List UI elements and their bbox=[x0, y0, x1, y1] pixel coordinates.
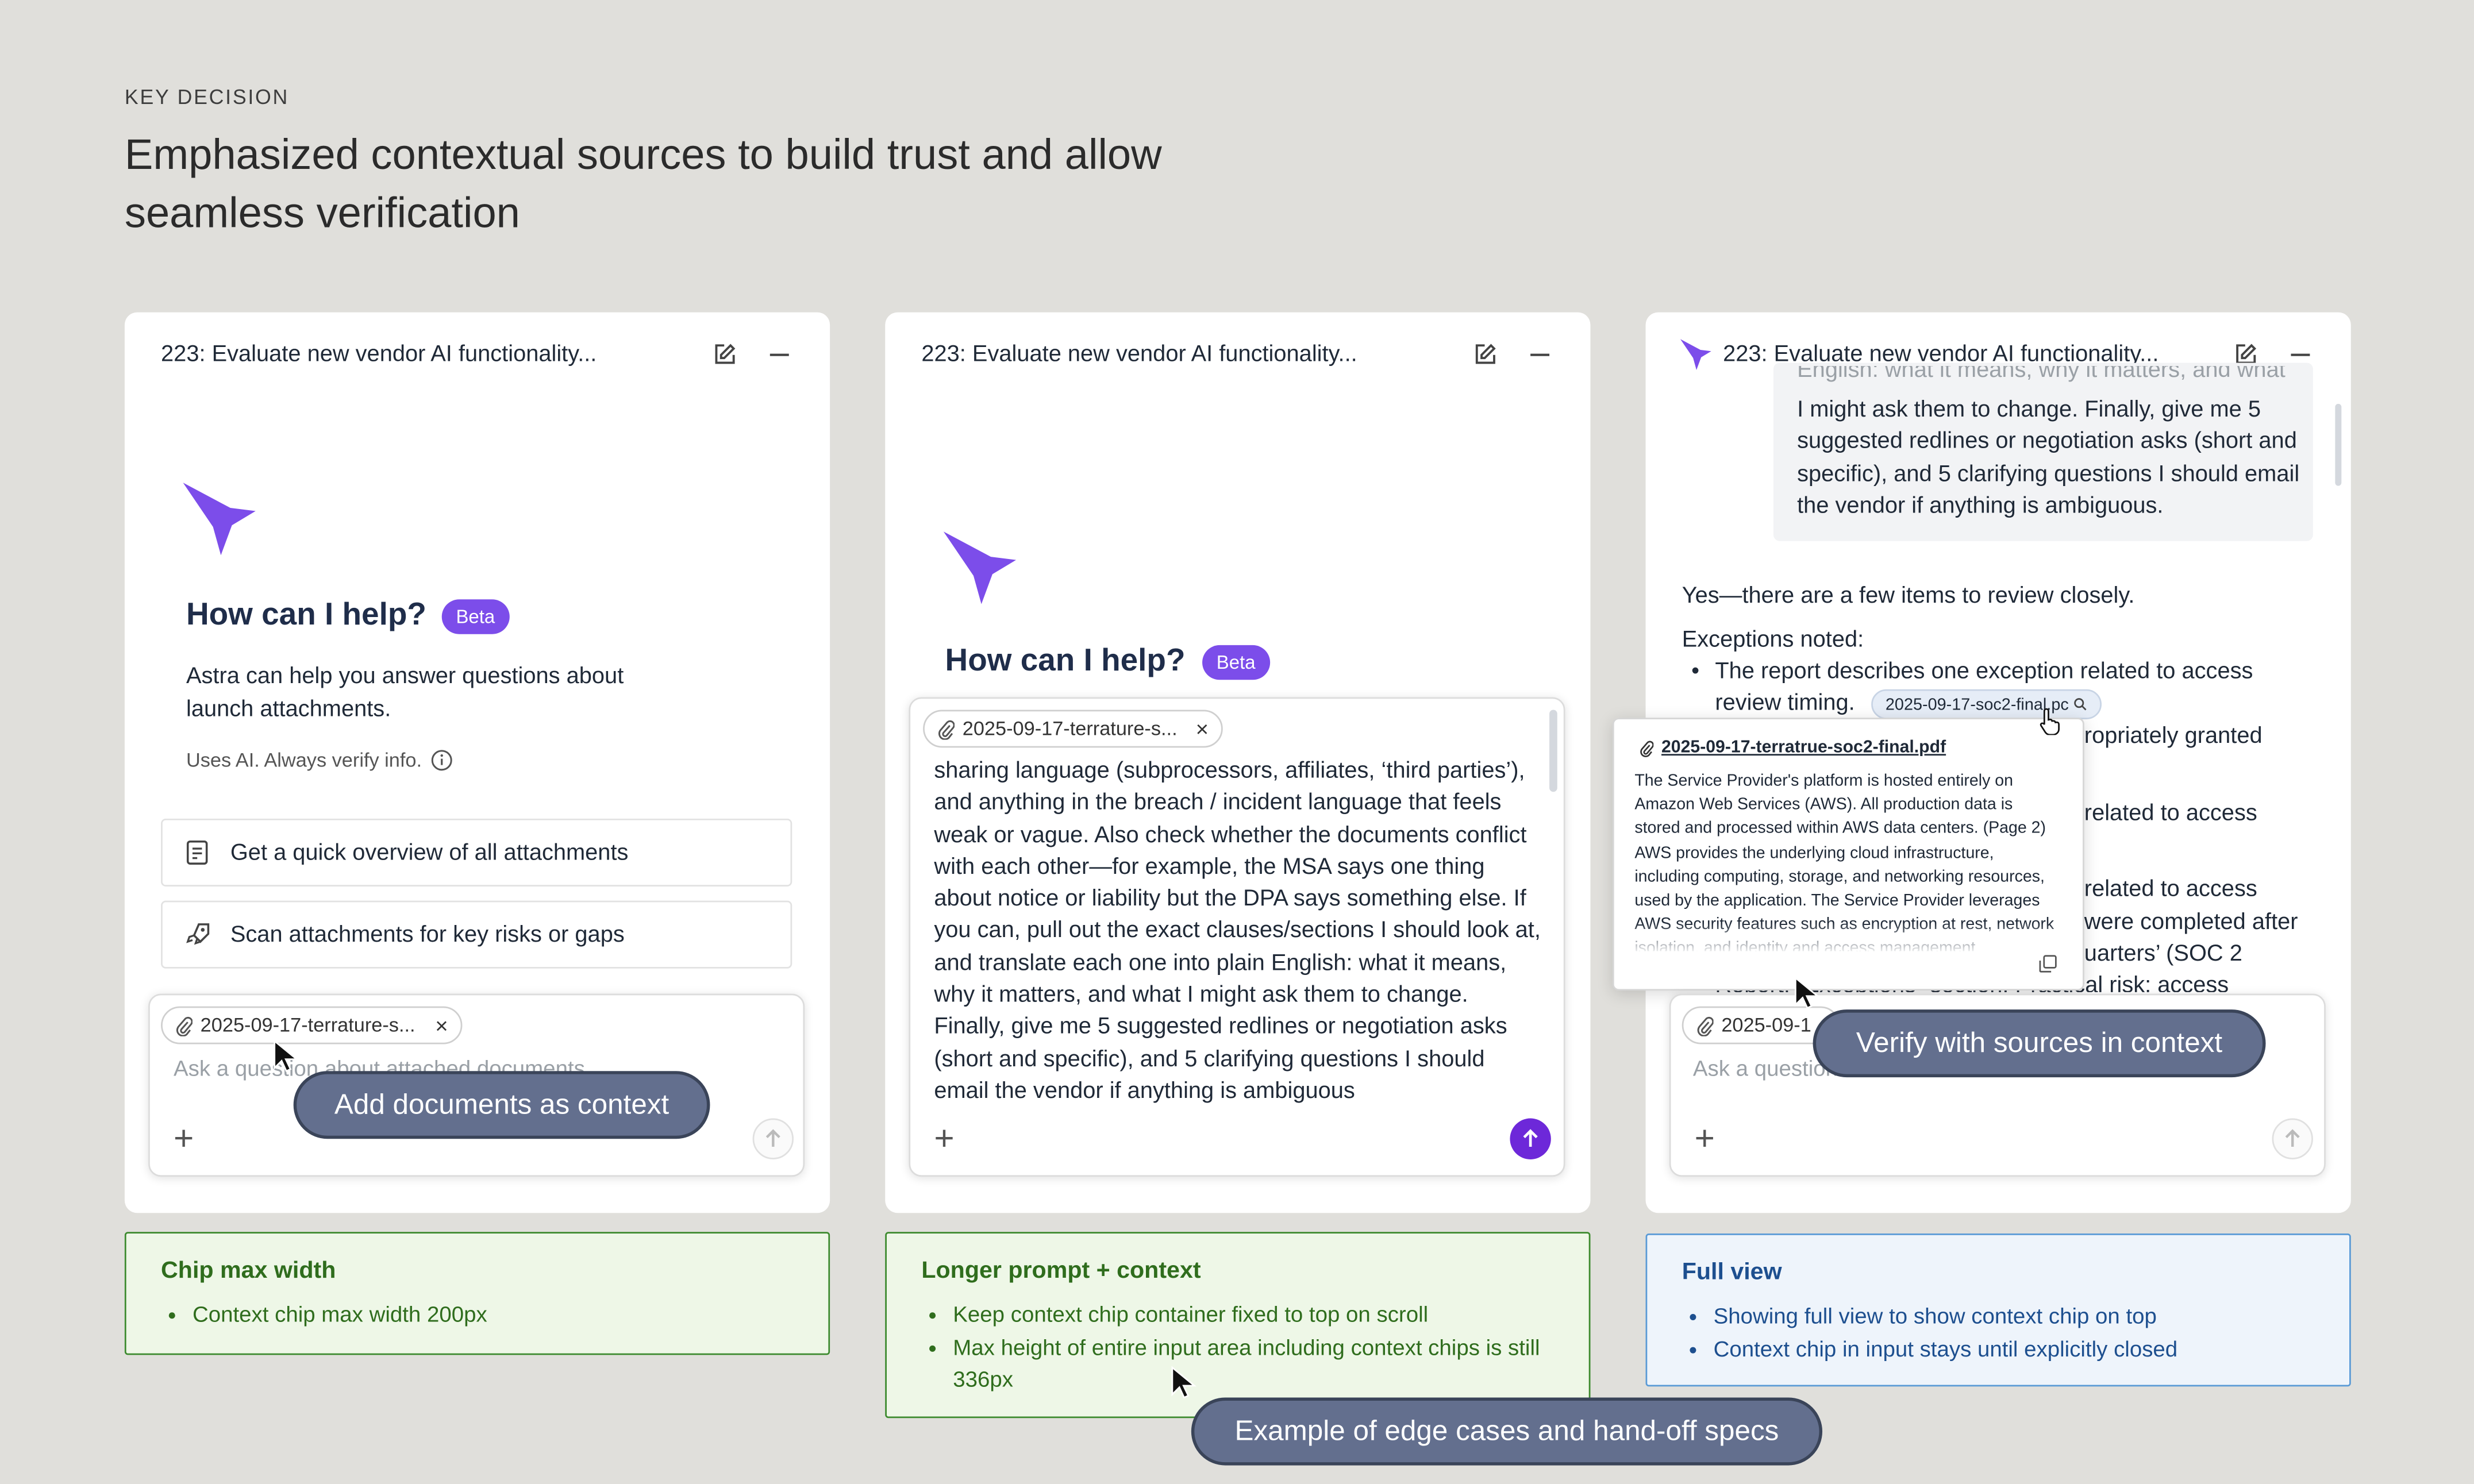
edit-icon[interactable] bbox=[1471, 341, 1499, 369]
note-title: Full view bbox=[1682, 1258, 1782, 1286]
cursor-arrow-icon bbox=[274, 1039, 299, 1073]
paperclip-icon bbox=[938, 719, 955, 739]
eyebrow-label: KEY DECISION bbox=[124, 85, 290, 109]
send-button[interactable] bbox=[2272, 1118, 2313, 1159]
ai-disclaimer-text: Uses AI. Always verify info. bbox=[186, 749, 422, 772]
paperclip-icon bbox=[176, 1016, 193, 1036]
headline: Emphasized contextual sources to build t… bbox=[124, 130, 1162, 237]
scrollbar[interactable] bbox=[2335, 403, 2342, 486]
note-item: Context chip in input stays until explic… bbox=[1714, 1332, 2315, 1364]
answer-intro: Yes—there are a few items to review clos… bbox=[1682, 583, 2135, 609]
add-attachment-button[interactable]: + bbox=[1695, 1121, 1715, 1156]
answer-fragment: ropriately granted bbox=[2084, 724, 2263, 750]
suggestion-label: Scan attachments for key risks or gaps bbox=[230, 922, 625, 947]
note-title: Longer prompt + context bbox=[921, 1257, 1201, 1284]
edit-icon[interactable] bbox=[710, 341, 738, 369]
send-button[interactable] bbox=[752, 1118, 794, 1159]
help-title: How can I help? bbox=[945, 643, 1186, 679]
source-preview-filename: 2025-09-17-terratrue-soc2-final.pdf bbox=[1661, 738, 1946, 757]
answer-fragment: were completed after bbox=[2084, 910, 2298, 936]
hand-pointer-icon bbox=[2040, 708, 2060, 735]
bullet-dot: • bbox=[1691, 659, 1700, 685]
document-overview-icon bbox=[186, 840, 208, 865]
note-item: Context chip max width 200px bbox=[193, 1298, 794, 1331]
help-title: How can I help? bbox=[186, 598, 426, 633]
answer-fragment: related to access bbox=[2084, 801, 2257, 827]
assistant-description: Astra can help you answer questions abou… bbox=[186, 664, 624, 723]
paperclip-icon bbox=[1697, 1016, 1714, 1036]
spec-note-long-prompt: Longer prompt + context Keep context chi… bbox=[885, 1232, 1591, 1419]
arrow-up-icon bbox=[2285, 1129, 2300, 1147]
scrollbar[interactable] bbox=[1549, 710, 1557, 792]
info-icon[interactable] bbox=[432, 749, 453, 771]
cursor-arrow-icon bbox=[1171, 1366, 1197, 1399]
beta-badge: Beta bbox=[441, 599, 509, 634]
arrow-up-icon bbox=[1523, 1129, 1538, 1147]
close-icon[interactable]: × bbox=[1196, 716, 1209, 741]
close-icon[interactable]: × bbox=[435, 1013, 448, 1038]
send-button[interactable] bbox=[1510, 1118, 1551, 1159]
suggestion-overview-button[interactable]: Get a quick overview of all attachments bbox=[161, 818, 792, 886]
source-preview-title[interactable]: 2025-09-17-terratrue-soc2-final.pdf bbox=[1640, 738, 1946, 757]
context-chip[interactable]: 2025-09-17-terrature-s... × bbox=[161, 1006, 463, 1044]
cursor-arrow-icon bbox=[1795, 976, 1820, 1009]
spec-note-chip-width: Chip max width Context chip max width 20… bbox=[124, 1232, 830, 1355]
note-title: Chip max width bbox=[161, 1257, 336, 1284]
prompt-input[interactable]: sharing language (subprocessors, affilia… bbox=[934, 756, 1541, 1108]
note-item: Keep context chip container fixed to top… bbox=[953, 1298, 1554, 1331]
panel-title: 223: Evaluate new vendor AI functionalit… bbox=[921, 342, 1357, 368]
context-chip[interactable]: 2025-09-17-terrature-s... × bbox=[923, 710, 1223, 748]
astra-star-icon bbox=[183, 483, 256, 556]
excerpt-fade bbox=[1634, 923, 2061, 955]
note-item: Max height of entire input area includin… bbox=[953, 1331, 1554, 1396]
add-attachment-button[interactable]: + bbox=[934, 1121, 954, 1156]
arrow-up-icon bbox=[765, 1129, 780, 1147]
callout-edge-cases: Example of edge cases and hand-off specs bbox=[1191, 1397, 1823, 1466]
user-message-text: I might ask them to change. Finally, giv… bbox=[1797, 397, 2300, 519]
answer-fragment: related to access bbox=[2084, 877, 2257, 903]
callout-verify-sources: Verify with sources in context bbox=[1813, 1009, 2266, 1078]
note-item: Showing full view to show context chip o… bbox=[1714, 1300, 2315, 1332]
astra-star-icon bbox=[943, 531, 1017, 604]
beta-badge: Beta bbox=[1202, 645, 1270, 680]
paperclip-icon bbox=[1640, 740, 1654, 757]
callout-add-documents: Add documents as context bbox=[293, 1071, 710, 1139]
copy-icon[interactable] bbox=[2038, 954, 2057, 973]
astra-star-icon bbox=[1680, 339, 1711, 371]
rocket-icon bbox=[186, 923, 210, 945]
spec-note-full-view: Full view Showing full view to show cont… bbox=[1645, 1233, 2351, 1387]
minimize-icon[interactable] bbox=[765, 341, 794, 369]
add-attachment-button[interactable]: + bbox=[174, 1121, 194, 1156]
answer-fragment: uarters’ (SOC 2 bbox=[2084, 942, 2242, 967]
ai-disclaimer: Uses AI. Always verify info. bbox=[186, 749, 453, 772]
magnify-icon bbox=[2074, 698, 2087, 711]
suggestion-label: Get a quick overview of all attachments bbox=[230, 839, 629, 865]
suggestion-scan-risks-button[interactable]: Scan attachments for key risks or gaps bbox=[161, 900, 792, 969]
exceptions-label: Exceptions noted: bbox=[1682, 627, 1864, 653]
panel-title: 223: Evaluate new vendor AI functionalit… bbox=[161, 342, 597, 368]
context-chip-label: 2025-09-1 bbox=[1721, 1014, 1811, 1036]
context-chip-label: 2025-09-17-terrature-s... bbox=[200, 1014, 415, 1036]
user-message-partial: English: what it means, why it matters, … bbox=[1797, 365, 2286, 384]
source-chip[interactable]: 2025-09-17-soc2-final.pc bbox=[1871, 689, 2102, 719]
minimize-icon[interactable] bbox=[1526, 341, 1554, 369]
context-chip-label: 2025-09-17-terrature-s... bbox=[962, 718, 1178, 740]
